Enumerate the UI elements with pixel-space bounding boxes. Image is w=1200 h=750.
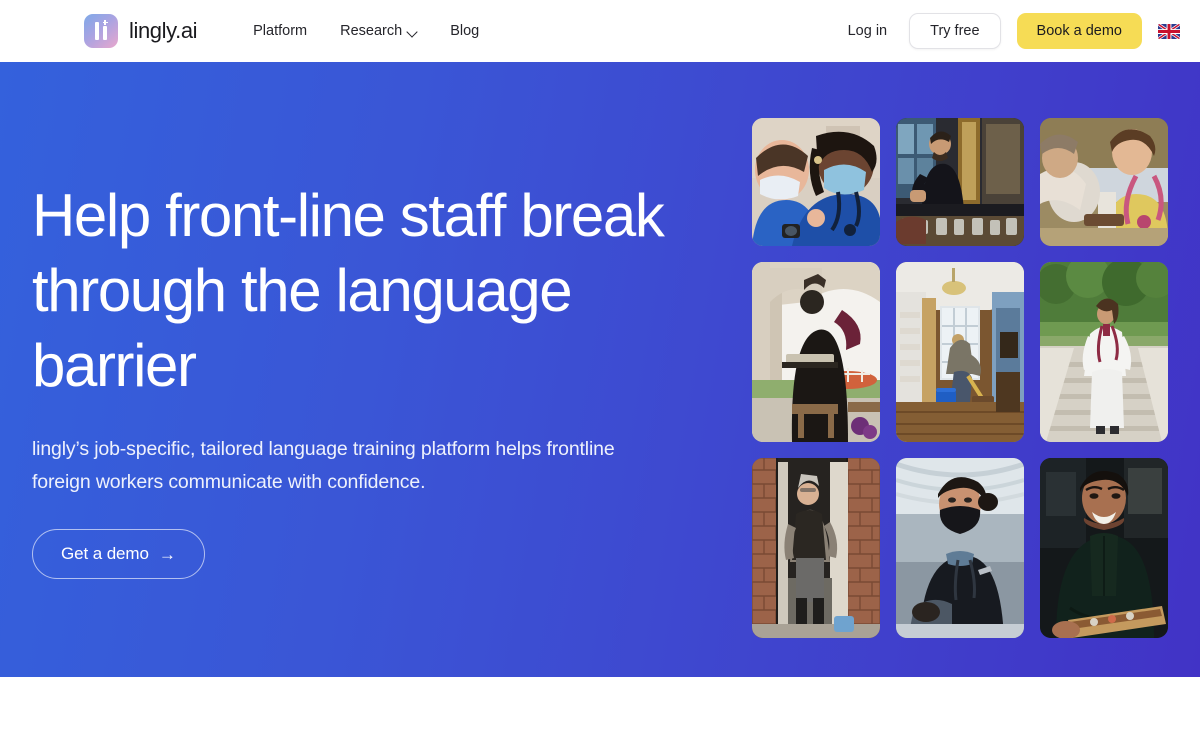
nav-item-label: Blog <box>450 23 480 39</box>
grid-image-bartender <box>896 118 1024 246</box>
site-header: lingly.ai Platform Research Blog Log in … <box>0 0 1200 62</box>
grid-image-nurses <box>752 118 880 246</box>
grid-image-waiter <box>752 262 880 442</box>
uk-flag-icon[interactable] <box>1158 23 1180 39</box>
hero-image-grid <box>752 118 1168 638</box>
get-a-demo-button[interactable]: Get a demo → <box>32 529 205 579</box>
hero-copy: Help front-line staff break through the … <box>32 178 712 579</box>
grid-image-cleaner <box>896 262 1024 442</box>
brand-logo[interactable]: lingly.ai <box>84 14 198 48</box>
hero-section: Help front-line staff break through the … <box>0 62 1200 677</box>
page-footer-strip <box>0 677 1200 750</box>
login-link[interactable]: Log in <box>842 23 894 39</box>
page-title: Help front-line staff break through the … <box>32 182 665 399</box>
grid-image-chef <box>1040 458 1168 638</box>
get-a-demo-label: Get a demo <box>61 544 149 563</box>
try-free-button[interactable]: Try free <box>909 13 1001 49</box>
grid-image-doorway <box>752 458 880 638</box>
header-actions: Log in Try free Book a demo <box>842 13 1180 49</box>
page-root: lingly.ai Platform Research Blog Log in … <box>0 0 1200 750</box>
brand-name: lingly.ai <box>129 18 198 43</box>
nav-item-label: Platform <box>253 23 308 39</box>
nav-item-blog[interactable]: Blog <box>450 23 479 39</box>
hero-subheadline: lingly’s job-specific, tailored language… <box>32 438 615 493</box>
grid-image-flight-attendant <box>896 458 1024 638</box>
nav-item-platform[interactable]: Platform <box>253 23 307 39</box>
nav-item-label: Research <box>340 23 403 39</box>
nav-item-research[interactable]: Research <box>340 23 417 39</box>
lingly-logo-icon <box>84 14 118 48</box>
arrow-right-icon: → <box>158 544 176 564</box>
chevron-down-icon <box>408 27 417 36</box>
book-a-demo-button[interactable]: Book a demo <box>1016 13 1142 49</box>
main-nav: Platform Research Blog <box>253 23 479 39</box>
grid-image-careworker <box>1040 118 1168 246</box>
grid-image-nurse-outdoor <box>1040 262 1168 442</box>
